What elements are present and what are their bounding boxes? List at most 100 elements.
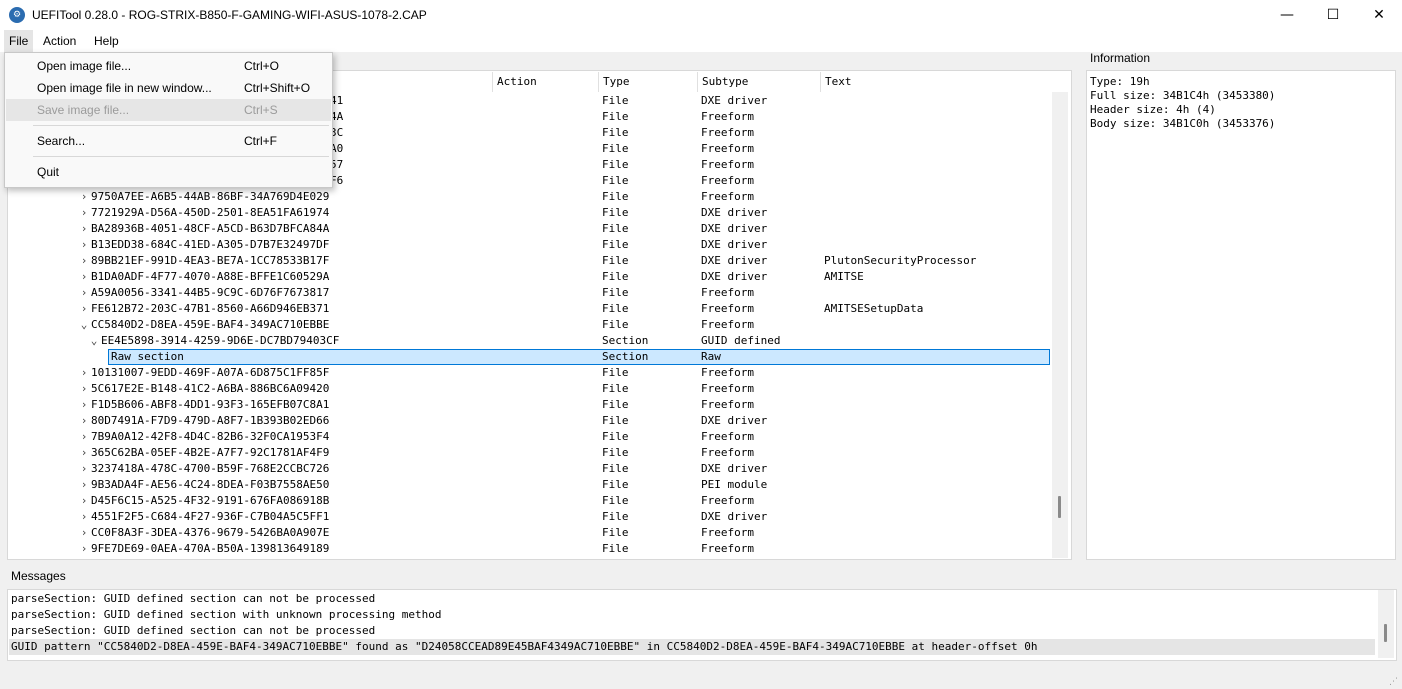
column-header-subtype[interactable]: Subtype: [697, 72, 818, 92]
tree-cell-type: File: [602, 238, 629, 251]
expand-chevron-icon[interactable]: ›: [79, 253, 89, 269]
tree-row[interactable]: › D45F6C15-A525-4F32-9191-676FA086918B Fil…: [8, 493, 1050, 509]
tree-row[interactable]: › 9750A7EE-A6B5-44AB-86BF-34A769D4E029 Fil…: [8, 189, 1050, 205]
messages-scrollbar-thumb[interactable]: [1384, 624, 1387, 642]
expand-chevron-icon[interactable]: ›: [79, 381, 89, 397]
tree-cell-type: File: [602, 302, 629, 315]
tree-cell-name: A59A0056-3341-44B5-9C9C-6D76F7673817: [91, 286, 330, 299]
expand-chevron-icon[interactable]: ›: [79, 541, 89, 557]
tree-cell-subtype: Freeform: [701, 174, 754, 187]
expand-chevron-icon[interactable]: ›: [79, 301, 89, 317]
tree-cell-name: 3237418A-478C-4700-B59F-768E2CCBC726: [91, 462, 330, 475]
expand-chevron-icon[interactable]: ›: [79, 285, 89, 301]
expand-chevron-icon[interactable]: ›: [79, 237, 89, 253]
tree-row[interactable]: › 5C617E2E-B148-41C2-A6BA-886BC6A09420 Fil…: [8, 381, 1050, 397]
tree-cell-type: File: [602, 430, 629, 443]
tree-cell-type: File: [602, 318, 629, 331]
tree-cell-name: EE4E5898-3914-4259-9D6E-DC7BD79403CF: [101, 334, 340, 347]
column-header-type[interactable]: Type: [598, 72, 695, 92]
maximize-button[interactable]: ☐: [1310, 0, 1356, 30]
tree-cell-subtype: Freeform: [701, 286, 754, 299]
minimize-button[interactable]: —: [1264, 0, 1310, 30]
tree-row[interactable]: ⌄ CC5840D2-D8EA-459E-BAF4-349AC710EBBE Fil…: [8, 317, 1050, 333]
expand-chevron-icon[interactable]: ›: [79, 269, 89, 285]
expand-chevron-icon[interactable]: ›: [79, 509, 89, 525]
collapse-chevron-icon[interactable]: ⌄: [89, 333, 99, 349]
message-line[interactable]: parseSection: GUID defined section can n…: [11, 623, 375, 639]
tree-row[interactable]: › 89BB21EF-991D-4EA3-BE7A-1CC78533B17F Fil…: [8, 253, 1050, 269]
tree-row[interactable]: › BA28936B-4051-48CF-A5CD-B63D7BFCA84A Fil…: [8, 221, 1050, 237]
message-line-selected[interactable]: GUID pattern "CC5840D2-D8EA-459E-BAF4-34…: [9, 639, 1375, 655]
message-line[interactable]: parseSection: GUID defined section with …: [11, 607, 441, 623]
close-button[interactable]: ✕: [1356, 0, 1402, 30]
tree-cell-subtype: Freeform: [701, 494, 754, 507]
tree-row[interactable]: › 10131007-9EDD-469F-A07A-6D875C1FF85F Fil…: [8, 365, 1050, 381]
tree-cell-name: 10131007-9EDD-469F-A07A-6D875C1FF85F: [91, 366, 330, 379]
expand-chevron-icon[interactable]: ›: [79, 221, 89, 237]
expand-chevron-icon[interactable]: ›: [79, 461, 89, 477]
expand-chevron-icon[interactable]: ›: [79, 205, 89, 221]
expand-chevron-icon[interactable]: ›: [79, 429, 89, 445]
column-header-action[interactable]: Action: [492, 72, 597, 92]
tree-cell-type: Section: [602, 350, 649, 363]
tree-row[interactable]: ⌄ EE4E5898-3914-4259-9D6E-DC7BD79403CF Sec…: [8, 333, 1050, 349]
expand-chevron-icon[interactable]: ›: [79, 445, 89, 461]
tree-cell-text: PlutonSecurityProcessor: [824, 254, 977, 267]
tree-row[interactable]: › F1D5B606-ABF8-4DD1-93F3-165EFB07C8A1 Fil…: [8, 397, 1050, 413]
tree-cell-type: File: [602, 542, 629, 555]
tree-cell-subtype: Freeform: [701, 382, 754, 395]
tree-cell-subtype: DXE driver: [701, 222, 768, 235]
expand-chevron-icon[interactable]: ›: [79, 365, 89, 381]
tree-cell-subtype: Freeform: [701, 142, 754, 155]
tree-cell-type: File: [602, 478, 629, 491]
tree-cell-type: File: [602, 222, 629, 235]
tree-row[interactable]: › 7B9A0A12-42F8-4D4C-82B6-32F0CA1953F4 Fil…: [8, 429, 1050, 445]
menu-open-image-new-window[interactable]: Open image file in new window... Ctrl+Sh…: [6, 77, 331, 99]
tree-row[interactable]: › FE612B72-203C-47B1-8560-A66D946EB371 Fil…: [8, 301, 1050, 317]
tree-row[interactable]: › B13EDD38-684C-41ED-A305-D7B7E32497DF Fil…: [8, 237, 1050, 253]
expand-chevron-icon[interactable]: ›: [79, 413, 89, 429]
collapse-chevron-icon[interactable]: ⌄: [79, 317, 89, 333]
info-body-size: Body size: 34B1C0h (3453376): [1090, 117, 1276, 130]
tree-row[interactable]: › B1DA0ADF-4F77-4070-A88E-BFFE1C60529A Fil…: [8, 269, 1050, 285]
tree-row[interactable]: › CC0F8A3F-3DEA-4376-9679-5426BA0A907E Fil…: [8, 525, 1050, 541]
tree-row[interactable]: › 3237418A-478C-4700-B59F-768E2CCBC726 Fil…: [8, 461, 1050, 477]
tree-scrollbar-thumb[interactable]: [1058, 496, 1061, 518]
menu-search[interactable]: Search... Ctrl+F: [6, 130, 331, 152]
tree-cell-type: File: [602, 286, 629, 299]
tree-cell-name: CC5840D2-D8EA-459E-BAF4-349AC710EBBE: [91, 318, 330, 331]
tree-row[interactable]: › 7721929A-D56A-450D-2501-8EA51FA61974 Fil…: [8, 205, 1050, 221]
tree-cell-subtype: DXE driver: [701, 462, 768, 475]
expand-chevron-icon[interactable]: ›: [79, 477, 89, 493]
menu-quit[interactable]: Quit: [6, 161, 331, 183]
resize-grip-icon[interactable]: ⋰: [1389, 677, 1398, 687]
tree-cell-name: 7B9A0A12-42F8-4D4C-82B6-32F0CA1953F4: [91, 430, 330, 443]
tree-row[interactable]: › 9FE7DE69-0AEA-470A-B50A-139813649189 Fil…: [8, 541, 1050, 557]
tree-cell-name: 7721929A-D56A-450D-2501-8EA51FA61974: [91, 206, 330, 219]
tree-row-selected[interactable]: Raw section Section Raw: [8, 349, 1050, 365]
menu-open-image-file[interactable]: Open image file... Ctrl+O: [6, 55, 331, 77]
tree-row[interactable]: › 365C62BA-05EF-4B2E-A7F7-92C1781AF4F9 Fil…: [8, 445, 1050, 461]
tree-cell-name: CC0F8A3F-3DEA-4376-9679-5426BA0A907E: [91, 526, 330, 539]
tree-row[interactable]: › 80D7491A-F7D9-479D-A8F7-1B393B02ED66 Fil…: [8, 413, 1050, 429]
messages-scrollbar[interactable]: [1378, 590, 1394, 658]
menu-action[interactable]: Action: [38, 30, 81, 52]
tree-row[interactable]: › A59A0056-3341-44B5-9C9C-6D76F7673817 Fil…: [8, 285, 1050, 301]
tree-cell-name: B13EDD38-684C-41ED-A305-D7B7E32497DF: [91, 238, 330, 251]
tree-row[interactable]: › 4551F2F5-C684-4F27-936F-C7B04A5C5FF1 Fil…: [8, 509, 1050, 525]
tree-scrollbar[interactable]: [1052, 92, 1068, 558]
expand-chevron-icon[interactable]: ›: [79, 525, 89, 541]
expand-chevron-icon[interactable]: ›: [79, 189, 89, 205]
tree-cell-name: D45F6C15-A525-4F32-9191-676FA086918B: [91, 494, 330, 507]
tree-row[interactable]: › 9B3ADA4F-AE56-4C24-8DEA-F03B7558AE50 Fil…: [8, 477, 1050, 493]
expand-chevron-icon[interactable]: ›: [79, 397, 89, 413]
tree-cell-name: FE612B72-203C-47B1-8560-A66D946EB371: [91, 302, 330, 315]
column-header-text[interactable]: Text: [820, 72, 1053, 92]
message-line[interactable]: parseSection: GUID defined section can n…: [11, 591, 375, 607]
menu-help[interactable]: Help: [89, 30, 124, 52]
menu-file[interactable]: File: [4, 30, 34, 52]
tree-cell-subtype: Freeform: [701, 158, 754, 171]
expand-chevron-icon[interactable]: ›: [79, 493, 89, 509]
info-type: Type: 19h: [1090, 75, 1150, 88]
tree-cell-type: File: [602, 270, 629, 283]
